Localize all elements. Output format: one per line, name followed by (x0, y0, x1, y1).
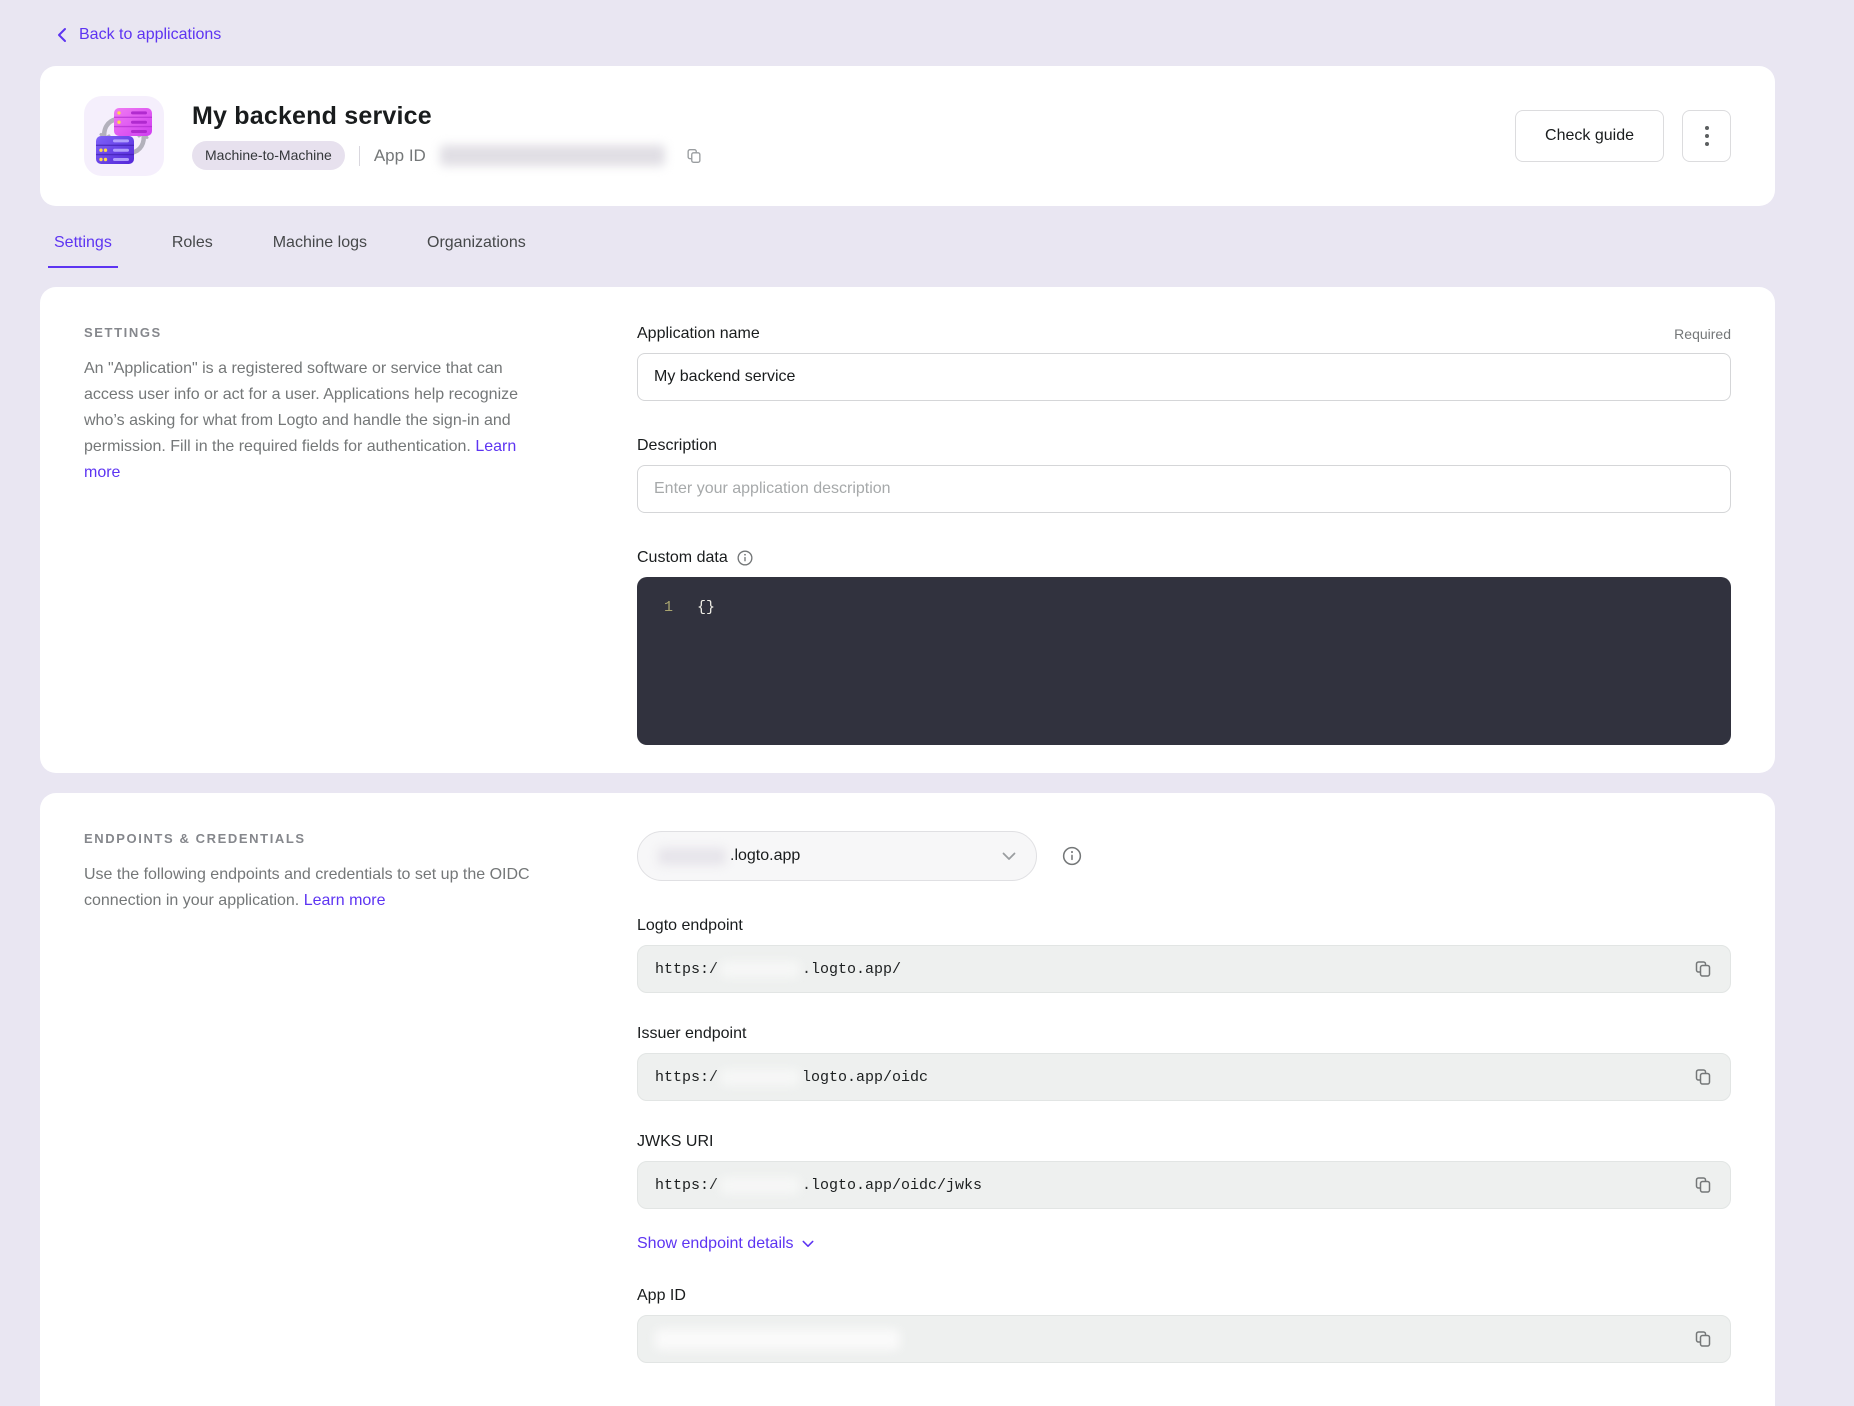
chevron-down-icon (1002, 852, 1016, 861)
machine-to-machine-app-icon (84, 96, 164, 176)
description-input[interactable] (637, 465, 1731, 513)
redacted-tenant-id (658, 848, 726, 865)
domain-info-icon[interactable] (1061, 845, 1083, 867)
redacted-app-id-value (655, 1329, 900, 1350)
endpoints-learn-more-link[interactable]: Learn more (304, 892, 386, 909)
endpoints-section-heading: ENDPOINTS & CREDENTIALS (84, 831, 545, 846)
code-content[interactable]: {} (697, 597, 715, 619)
issuer-endpoint-field: https:/ logto.app/oidc (637, 1053, 1731, 1101)
application-detail-page: Back to applications (0, 0, 1854, 1406)
copy-app-id-button[interactable] (685, 147, 703, 165)
endpoints-credentials-card: ENDPOINTS & CREDENTIALS Use the followin… (40, 793, 1775, 1406)
code-line-number: 1 (637, 597, 673, 619)
copy-issuer-endpoint-button[interactable] (1693, 1067, 1713, 1087)
kebab-icon (1705, 126, 1709, 130)
custom-data-label: Custom data (637, 549, 754, 567)
copy-app-id-value-button[interactable] (1693, 1329, 1713, 1349)
settings-card: SETTINGS An "Application" is a registere… (40, 287, 1775, 773)
settings-section-heading: SETTINGS (84, 325, 545, 340)
show-endpoint-details-toggle[interactable]: Show endpoint details (637, 1235, 1731, 1253)
app-id-label: App ID (374, 146, 426, 166)
copy-logto-endpoint-button[interactable] (1693, 959, 1713, 979)
required-tag: Required (1674, 326, 1731, 342)
tab-machine-logs[interactable]: Machine logs (267, 234, 373, 268)
redacted-app-id-value (440, 145, 665, 166)
tab-roles[interactable]: Roles (166, 234, 219, 268)
custom-data-code-editor[interactable]: 1 {} (637, 577, 1731, 745)
more-options-button[interactable] (1682, 110, 1731, 162)
copy-jwks-uri-button[interactable] (1693, 1175, 1713, 1195)
app-id-field-label: App ID (637, 1287, 686, 1305)
application-name-label: Application name (637, 325, 760, 343)
tab-settings[interactable]: Settings (48, 234, 118, 268)
application-header-card: My backend service Machine-to-Machine Ap… (40, 66, 1775, 206)
description-label: Description (637, 437, 717, 455)
tab-organizations[interactable]: Organizations (421, 234, 532, 268)
jwks-uri-field: https:/ .logto.app/oidc/jwks (637, 1161, 1731, 1209)
application-name-input[interactable] (637, 353, 1731, 401)
back-to-applications-link[interactable]: Back to applications (55, 26, 1775, 44)
back-link-label: Back to applications (79, 26, 221, 44)
check-guide-button[interactable]: Check guide (1515, 110, 1664, 162)
redacted-tenant-id (720, 1177, 800, 1194)
info-icon[interactable] (736, 549, 754, 567)
issuer-endpoint-label: Issuer endpoint (637, 1025, 746, 1043)
logto-endpoint-label: Logto endpoint (637, 917, 743, 935)
jwks-uri-label: JWKS URI (637, 1133, 713, 1151)
domain-select[interactable]: .logto.app (637, 831, 1037, 881)
app-type-badge: Machine-to-Machine (192, 141, 345, 169)
app-id-field (637, 1315, 1731, 1363)
chevron-down-icon (802, 1240, 814, 1248)
domain-suffix: .logto.app (730, 847, 800, 865)
endpoints-section-description: Use the following endpoints and credenti… (84, 862, 545, 914)
chevron-left-icon (55, 27, 69, 43)
redacted-tenant-id (720, 1069, 800, 1086)
logto-endpoint-field: https:/ .logto.app/ (637, 945, 1731, 993)
page-title: My backend service (192, 102, 703, 131)
settings-section-description: An "Application" is a registered softwar… (84, 356, 545, 486)
redacted-tenant-id (720, 961, 800, 978)
divider (359, 146, 360, 166)
tab-bar: Settings Roles Machine logs Organization… (48, 234, 1775, 268)
